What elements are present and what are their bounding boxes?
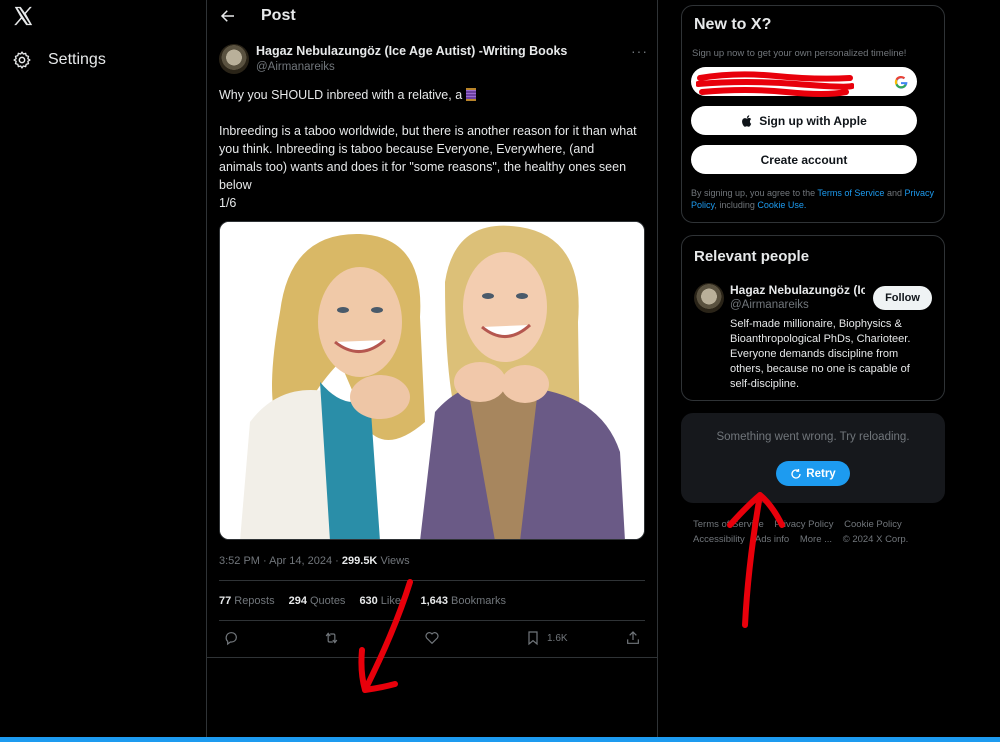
relevant-person-handle[interactable]: @Airmanareiks [730, 299, 809, 311]
apple-signup-label: Sign up with Apple [759, 113, 867, 128]
redaction-scribble [696, 71, 854, 97]
error-message: Something went wrong. Try reloading. [716, 431, 910, 443]
footer-copyright: © 2024 X Corp. [842, 534, 909, 545]
gear-icon [13, 51, 31, 69]
footer-link[interactable]: Accessibility [693, 534, 745, 545]
footer-link[interactable]: Terms of Service [693, 519, 764, 530]
footer-link[interactable]: More ... [800, 534, 832, 545]
annotation-arrow-up [727, 492, 785, 628]
refresh-icon [791, 468, 801, 479]
author-handle[interactable]: @Airmanareiks [256, 61, 335, 73]
terms-link[interactable]: Terms of Service [817, 188, 884, 198]
divider [219, 580, 645, 581]
relevant-people-title: Relevant people [694, 248, 810, 265]
bookmark-button[interactable]: 1.6K [525, 630, 568, 646]
stat-bookmarks[interactable]: 1,643 Bookmarks [420, 595, 506, 607]
views-count: 299.5K [341, 555, 378, 567]
stat-reposts[interactable]: 77 Reposts [219, 595, 275, 607]
photo-two-women-illustration [220, 222, 644, 539]
repost-icon [325, 632, 338, 644]
post-actions: 1.6K [219, 630, 645, 650]
bottom-accent-bar [0, 737, 1000, 742]
divider [219, 620, 645, 621]
heart-icon [425, 632, 439, 644]
author-name[interactable]: Hagaz Nebulazungöz (Ice Age Autist) -Wri… [256, 44, 567, 58]
x-logo-icon[interactable] [12, 5, 34, 27]
repost-button[interactable] [323, 630, 340, 646]
footer-link[interactable]: Privacy Policy [774, 519, 833, 530]
cookie-use-link[interactable]: Cookie Use. [757, 200, 806, 210]
footer-link[interactable]: Ads info [755, 534, 789, 545]
divider [207, 657, 657, 658]
apple-icon [742, 114, 752, 127]
nav-item-settings[interactable]: Settings [12, 50, 106, 70]
relevant-person-avatar[interactable] [694, 283, 724, 313]
footer-links: Terms of Service Privacy Policy Cookie P… [693, 517, 943, 547]
tweet-paragraph: Inbreeding is a taboo worldwide, but the… [219, 124, 637, 192]
bookmark-icon [528, 631, 538, 646]
retry-label: Retry [806, 467, 836, 480]
relevant-person-bio: Self-made millionaire, Biophysics & Bioa… [730, 318, 911, 390]
tweet-image[interactable] [219, 221, 645, 540]
apple-signup-button[interactable]: Sign up with Apple [691, 106, 917, 135]
signup-subtitle: Sign up now to get your own personalized… [692, 48, 907, 59]
bookmark-count: 1.6K [547, 632, 568, 644]
share-icon [627, 631, 639, 644]
post-time[interactable]: 3:52 PM · Apr 14, 2024 · [219, 555, 342, 567]
left-navigation: Settings [0, 0, 206, 742]
create-account-button[interactable]: Create account [691, 145, 917, 174]
stat-quotes[interactable]: 294 Quotes [289, 595, 346, 607]
tweet-text: Why you SHOULD inbreed with a relative, … [219, 86, 639, 212]
reply-icon [225, 632, 237, 646]
views-label: Views [377, 555, 410, 567]
error-card: Something went wrong. Try reloading. Ret… [681, 413, 945, 503]
like-button[interactable] [424, 630, 440, 646]
signup-card: New to X? Sign up now to get your own pe… [681, 5, 945, 223]
tweet-line-1: Why you SHOULD inbreed with a relative, … [219, 88, 463, 102]
stat-likes[interactable]: 630 Likes [359, 595, 406, 607]
share-button[interactable] [625, 630, 641, 646]
retry-button[interactable]: Retry [776, 461, 850, 486]
post-stats: 77 Reposts 294 Quotes 630 Likes 1,643 Bookma… [219, 595, 506, 607]
more-options-icon[interactable]: ··· [631, 43, 648, 59]
reply-button[interactable] [223, 630, 239, 646]
relevant-person-name[interactable]: Hagaz Nebulazungöz (Ice Age Autist) -Wri… [730, 283, 865, 297]
thread-spool-emoji-icon [465, 88, 476, 101]
author-avatar[interactable] [219, 44, 249, 74]
signup-legal-text: By signing up, you agree to the Terms of… [691, 188, 934, 210]
post-timestamp: 3:52 PM · Apr 14, 2024 · 299.5K Views [219, 555, 410, 567]
relevant-people-card: Relevant people Hagaz Nebulazungöz (Ice … [681, 235, 945, 401]
footer-link[interactable]: Cookie Policy [844, 519, 902, 530]
signup-title: New to X? [694, 16, 772, 33]
settings-label: Settings [48, 51, 106, 68]
page-title: Post [261, 7, 296, 24]
create-account-label: Create account [760, 152, 848, 167]
follow-button[interactable]: Follow [873, 286, 932, 310]
tweet-thread-counter: 1/6 [219, 196, 237, 210]
google-icon [894, 75, 908, 89]
post-header: Post [207, 0, 657, 33]
back-arrow-icon[interactable] [219, 7, 237, 25]
post-column: Post Hagaz Nebulazungöz (Ice Age Autist)… [206, 0, 658, 742]
